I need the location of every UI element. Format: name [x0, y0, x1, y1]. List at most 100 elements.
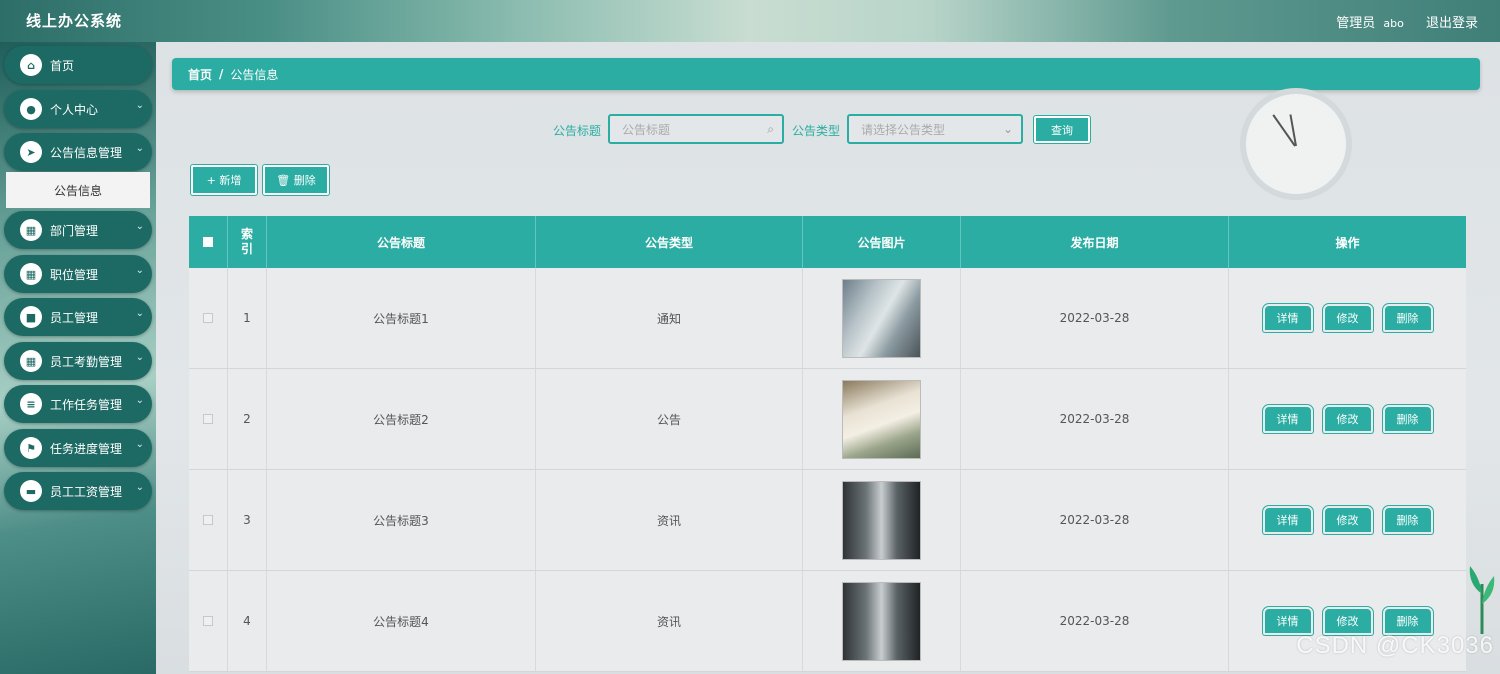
send-icon: ➤ [20, 141, 42, 163]
title-search-input[interactable]: 公告标题 ⌕ [608, 114, 784, 144]
sidebar-item-department[interactable]: ▦ 部门管理 ⌄ [4, 211, 152, 249]
briefcase-icon: ■ [20, 306, 42, 328]
edit-button[interactable]: 修改 [1322, 304, 1373, 332]
sidebar-item-salary[interactable]: ▬ 员工工资管理 ⌄ [4, 472, 152, 510]
plant-decoration [1469, 566, 1495, 634]
sidebar-item-attendance[interactable]: ▦ 员工考勤管理 ⌄ [4, 342, 152, 380]
actions-cell: 详情 修改 删除 [1229, 369, 1466, 469]
breadcrumb: 首页 / 公告信息 [172, 58, 1480, 90]
sidebar-item-label: 员工工资管理 [50, 484, 123, 499]
type-cell: 通知 [536, 268, 803, 368]
clock-decoration [1240, 88, 1352, 200]
image-cell [803, 470, 961, 570]
sidebar-item-personal-center[interactable]: ● 个人中心 ⌄ [4, 90, 152, 128]
grid-icon: ▦ [20, 219, 42, 241]
title-cell: 公告标题3 [267, 470, 536, 570]
date-cell: 2022-03-28 [961, 268, 1229, 368]
delete-button[interactable]: 删除 [1382, 607, 1433, 635]
type-search-label: 公告类型 [792, 124, 841, 138]
edit-button[interactable]: 修改 [1322, 405, 1373, 433]
add-button[interactable]: + 新增 [190, 164, 258, 196]
row-checkbox[interactable] [203, 313, 213, 323]
chevron-down-icon: ⌄ [135, 352, 144, 363]
actions-cell: 详情 修改 删除 [1229, 470, 1466, 570]
sidebar-item-employee[interactable]: ■ 员工管理 ⌄ [4, 298, 152, 336]
sidebar-item-label: 公告信息管理 [50, 145, 123, 160]
flag-icon: ⚑ [20, 437, 42, 459]
row-select-cell [189, 268, 228, 368]
wallet-icon: ▬ [20, 480, 42, 502]
index-cell: 3 [228, 470, 267, 570]
type-cell: 资讯 [536, 470, 803, 570]
sidebar-item-label: 个人中心 [50, 102, 99, 117]
breadcrumb-separator: / [219, 67, 224, 81]
select-all-checkbox[interactable] [203, 237, 213, 247]
notice-image[interactable] [842, 379, 921, 459]
delete-button[interactable]: 删除 [1382, 304, 1433, 332]
sidebar-item-label: 首页 [50, 58, 75, 73]
type-select[interactable]: 请选择公告类型 ⌄ [847, 114, 1023, 144]
grid-icon: ▦ [20, 350, 42, 372]
detail-button[interactable]: 详情 [1262, 304, 1313, 332]
edit-button[interactable]: 修改 [1322, 607, 1373, 635]
row-select-cell [189, 369, 228, 469]
notice-table: 索 引 公告标题 公告类型 公告图片 发布日期 操作 1 公告标题1 通知 20… [189, 216, 1466, 674]
notice-image[interactable] [842, 581, 921, 661]
edit-button[interactable]: 修改 [1322, 506, 1373, 534]
chevron-down-icon: ⌄ [135, 100, 144, 111]
user-area: 管理员 abo 退出登录 [1336, 12, 1478, 31]
sidebar-item-position[interactable]: ▦ 职位管理 ⌄ [4, 255, 152, 293]
notice-image[interactable] [842, 480, 921, 560]
table-row: 1 公告标题1 通知 2022-03-28 详情 修改 删除 [189, 268, 1466, 369]
col-index-label: 索 [240, 227, 253, 241]
sidebar-item-label: 部门管理 [50, 223, 99, 238]
chevron-down-icon: ⌄ [135, 221, 144, 232]
col-actions: 操作 [1335, 235, 1360, 250]
index-cell: 1 [228, 268, 267, 368]
chevron-down-icon: ⌄ [135, 265, 144, 276]
search-icon: ⌕ [767, 122, 774, 136]
sidebar-subitem-notice[interactable]: 公告信息 [6, 172, 150, 208]
detail-button[interactable]: 详情 [1262, 506, 1313, 534]
col-date: 发布日期 [961, 216, 1229, 268]
chevron-down-icon: ⌄ [135, 395, 144, 406]
date-cell: 2022-03-28 [961, 470, 1229, 570]
delete-button[interactable]: 删除 [1382, 506, 1433, 534]
query-button[interactable]: 查询 [1033, 115, 1091, 144]
logout-link[interactable]: 退出登录 [1426, 16, 1478, 31]
username: abo [1383, 17, 1404, 30]
sidebar-item-label: 工作任务管理 [50, 397, 123, 412]
sidebar-item-label: 员工考勤管理 [50, 354, 123, 369]
type-cell: 公告 [536, 369, 803, 469]
sidebar-item-notice-management[interactable]: ➤ 公告信息管理 ⌄ [4, 133, 152, 171]
delete-button[interactable]: 删除 [1382, 405, 1433, 433]
type-select-placeholder: 请选择公告类型 [861, 122, 946, 137]
main-content: 首页 / 公告信息 公告标题 公告标题 ⌕ 公告类型 请选择公告类型 ⌄ 查询 … [156, 42, 1500, 674]
breadcrumb-home[interactable]: 首页 [188, 66, 212, 83]
user-role: 管理员 [1336, 16, 1376, 31]
row-checkbox[interactable] [203, 515, 213, 525]
sidebar: ⌂ 首页 ● 个人中心 ⌄ ➤ 公告信息管理 ⌄ 公告信息 ▦ 部门管理 ⌄ ▦… [0, 42, 156, 674]
col-title: 公告标题 [267, 216, 536, 268]
detail-button[interactable]: 详情 [1262, 405, 1313, 433]
detail-button[interactable]: 详情 [1262, 607, 1313, 635]
batch-delete-button[interactable]: 🗑 删除 [262, 164, 330, 196]
sidebar-item-tasks[interactable]: ≡ 工作任务管理 ⌄ [4, 385, 152, 423]
col-image: 公告图片 [803, 216, 961, 268]
col-index-label: 引 [240, 242, 253, 256]
index-cell: 4 [228, 571, 267, 671]
row-checkbox[interactable] [203, 616, 213, 626]
row-checkbox[interactable] [203, 414, 213, 424]
notice-image[interactable] [842, 278, 921, 358]
table-row: 3 公告标题3 资讯 2022-03-28 详情 修改 删除 [189, 470, 1466, 571]
breadcrumb-current: 公告信息 [230, 67, 279, 82]
sidebar-item-label: 员工管理 [50, 310, 99, 325]
table-row: 2 公告标题2 公告 2022-03-28 详情 修改 删除 [189, 369, 1466, 470]
top-header: 线上办公系统 管理员 abo 退出登录 [0, 0, 1500, 42]
sidebar-item-home[interactable]: ⌂ 首页 [4, 46, 152, 84]
chevron-down-icon: ⌄ [135, 143, 144, 154]
chevron-down-icon: ⌄ [135, 439, 144, 450]
chevron-down-icon: ⌄ [1002, 122, 1013, 136]
image-cell [803, 268, 961, 368]
sidebar-item-task-progress[interactable]: ⚑ 任务进度管理 ⌄ [4, 429, 152, 467]
